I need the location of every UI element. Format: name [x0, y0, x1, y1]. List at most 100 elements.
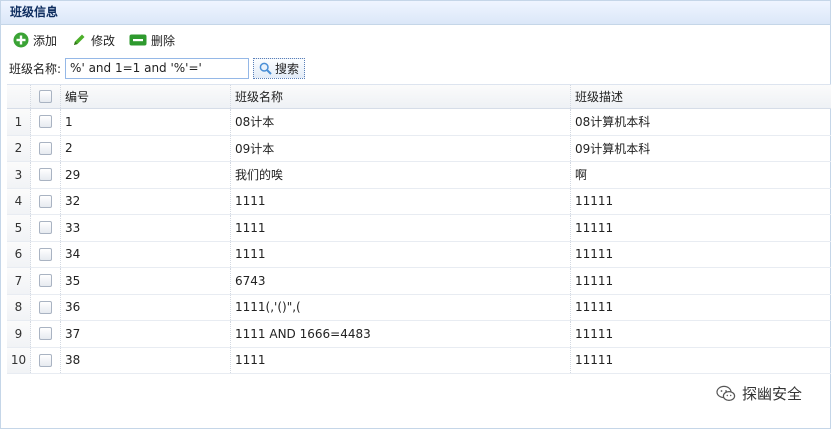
class-data-grid: 编号 班级名称 班级描述 1 1 08计本 08计算机本科 2 2 09计本 09计算机本科 3…: [7, 84, 831, 374]
table-row[interactable]: 10 38 1111 11111: [7, 347, 831, 374]
row-checkbox[interactable]: [39, 141, 52, 155]
row-checkbox[interactable]: [39, 168, 52, 182]
cell-class-desc: 11111: [575, 273, 614, 288]
class-name-search-input[interactable]: [65, 57, 250, 79]
cell-class-name: 1111: [231, 241, 571, 267]
table-row[interactable]: 2 2 09计本 09计算机本科: [7, 135, 831, 162]
row-checkbox[interactable]: [39, 194, 52, 208]
row-number: 7: [7, 268, 31, 294]
search-icon: [259, 62, 272, 75]
cell-class-desc: 11111: [575, 353, 614, 368]
cell-id: 32: [61, 188, 231, 214]
row-checkbox-cell: [31, 215, 61, 241]
search-bar: 班级名称: 搜索: [1, 55, 830, 81]
row-checkbox-cell: [31, 109, 61, 135]
row-number: 4: [7, 188, 31, 214]
cell-class-name: 我们的唉: [231, 162, 571, 188]
cell-class-desc: 08计算机本科: [575, 115, 651, 130]
row-checkbox-cell: [31, 347, 61, 373]
row-number: 10: [7, 347, 31, 373]
cell-class-name: 08计本: [231, 109, 571, 135]
cell-id: 38: [61, 347, 231, 373]
add-button-label: 添加: [33, 33, 58, 48]
search-button-label: 搜索: [275, 61, 300, 76]
cell-class-name: 09计本: [231, 135, 571, 161]
grid-header-row: 编号 班级名称 班级描述: [7, 85, 831, 109]
cell-class-name: 1111: [231, 215, 571, 241]
row-number: 3: [7, 162, 31, 188]
row-checkbox[interactable]: [39, 221, 52, 235]
row-number: 6: [7, 241, 31, 267]
cell-class-name: 1111: [231, 188, 571, 214]
class-info-panel: 班级信息 添加 修改 删除 班级名称: %' and 1=1 and '%'='…: [0, 0, 831, 429]
cell-id: 35: [61, 268, 231, 294]
row-checkbox[interactable]: [39, 274, 52, 288]
pencil-icon: [74, 34, 85, 45]
table-row[interactable]: 6 34 1111 11111: [7, 241, 831, 268]
cell-class-desc: 11111: [575, 300, 614, 315]
cell-class-desc: 11111: [575, 247, 614, 262]
cell-class-name: 6743: [231, 268, 571, 294]
select-all-cell: [31, 85, 61, 108]
add-icon: [13, 32, 29, 48]
cell-id: 36: [61, 294, 231, 320]
search-label: 班级名称:: [9, 61, 62, 76]
watermark: 探幽安全: [716, 383, 802, 404]
grid-body: 1 1 08计本 08计算机本科 2 2 09计本 09计算机本科 3 29 我们的唉啊 4 32 111…: [7, 109, 831, 374]
row-number-header: [7, 85, 31, 108]
row-checkbox-cell: [31, 135, 61, 161]
add-button[interactable]: 添加: [13, 32, 57, 49]
cell-class-desc: 09计算机本科: [575, 141, 651, 156]
column-header-id[interactable]: 编号: [61, 85, 231, 108]
cell-class-desc: 啊: [575, 168, 588, 183]
search-button[interactable]: 搜索: [253, 57, 306, 79]
row-checkbox-cell: [31, 162, 61, 188]
table-row[interactable]: 4 32 1111 11111: [7, 188, 831, 215]
table-row[interactable]: 1 1 08计本 08计算机本科: [7, 109, 831, 136]
edit-button-label: 修改: [91, 33, 116, 48]
row-number: 2: [7, 135, 31, 161]
edit-button[interactable]: 修改: [71, 32, 115, 49]
table-row[interactable]: 3 29 我们的唉啊: [7, 162, 831, 189]
row-checkbox-cell: [31, 321, 61, 347]
cell-id: 29: [61, 162, 231, 188]
row-checkbox[interactable]: [39, 353, 52, 367]
row-checkbox[interactable]: [39, 300, 52, 314]
row-checkbox[interactable]: [39, 327, 52, 341]
cell-class-desc: 11111: [575, 220, 614, 235]
row-number: 8: [7, 294, 31, 320]
column-header-name[interactable]: 班级名称: [231, 85, 571, 108]
delete-button[interactable]: 删除: [129, 32, 175, 49]
panel-title: 班级信息: [1, 1, 830, 25]
delete-icon: [129, 34, 147, 46]
row-checkbox-cell: [31, 294, 61, 320]
cell-class-desc: 11111: [575, 194, 614, 209]
cell-id: 2: [61, 135, 231, 161]
row-checkbox[interactable]: [39, 247, 52, 261]
cell-id: 1: [61, 109, 231, 135]
cell-class-desc: 11111: [575, 326, 614, 341]
table-row[interactable]: 9 37 1111 AND 1666=4483 11111: [7, 321, 831, 348]
cell-class-name: 1111 AND 1666=4483: [231, 321, 571, 347]
cell-class-name: 1111: [231, 347, 571, 373]
cell-id: 34: [61, 241, 231, 267]
row-checkbox-cell: [31, 188, 61, 214]
wechat-icon: [716, 385, 736, 401]
delete-button-label: 删除: [151, 33, 176, 48]
toolbar: 添加 修改 删除: [1, 25, 830, 55]
cell-id: 37: [61, 321, 231, 347]
row-number: 1: [7, 109, 31, 135]
row-checkbox[interactable]: [39, 115, 52, 129]
table-row[interactable]: 7 35 6743 11111: [7, 268, 831, 295]
table-row[interactable]: 5 33 1111 11111: [7, 215, 831, 242]
row-checkbox-cell: [31, 268, 61, 294]
table-row[interactable]: 8 36 1111(,'()",( 11111: [7, 294, 831, 321]
cell-class-name: 1111(,'()",(: [231, 294, 571, 320]
watermark-text: 探幽安全: [741, 385, 802, 403]
column-header-desc[interactable]: 班级描述: [571, 85, 831, 108]
row-number: 5: [7, 215, 31, 241]
row-number: 9: [7, 321, 31, 347]
row-checkbox-cell: [31, 241, 61, 267]
select-all-checkbox[interactable]: [39, 90, 52, 103]
cell-id: 33: [61, 215, 231, 241]
